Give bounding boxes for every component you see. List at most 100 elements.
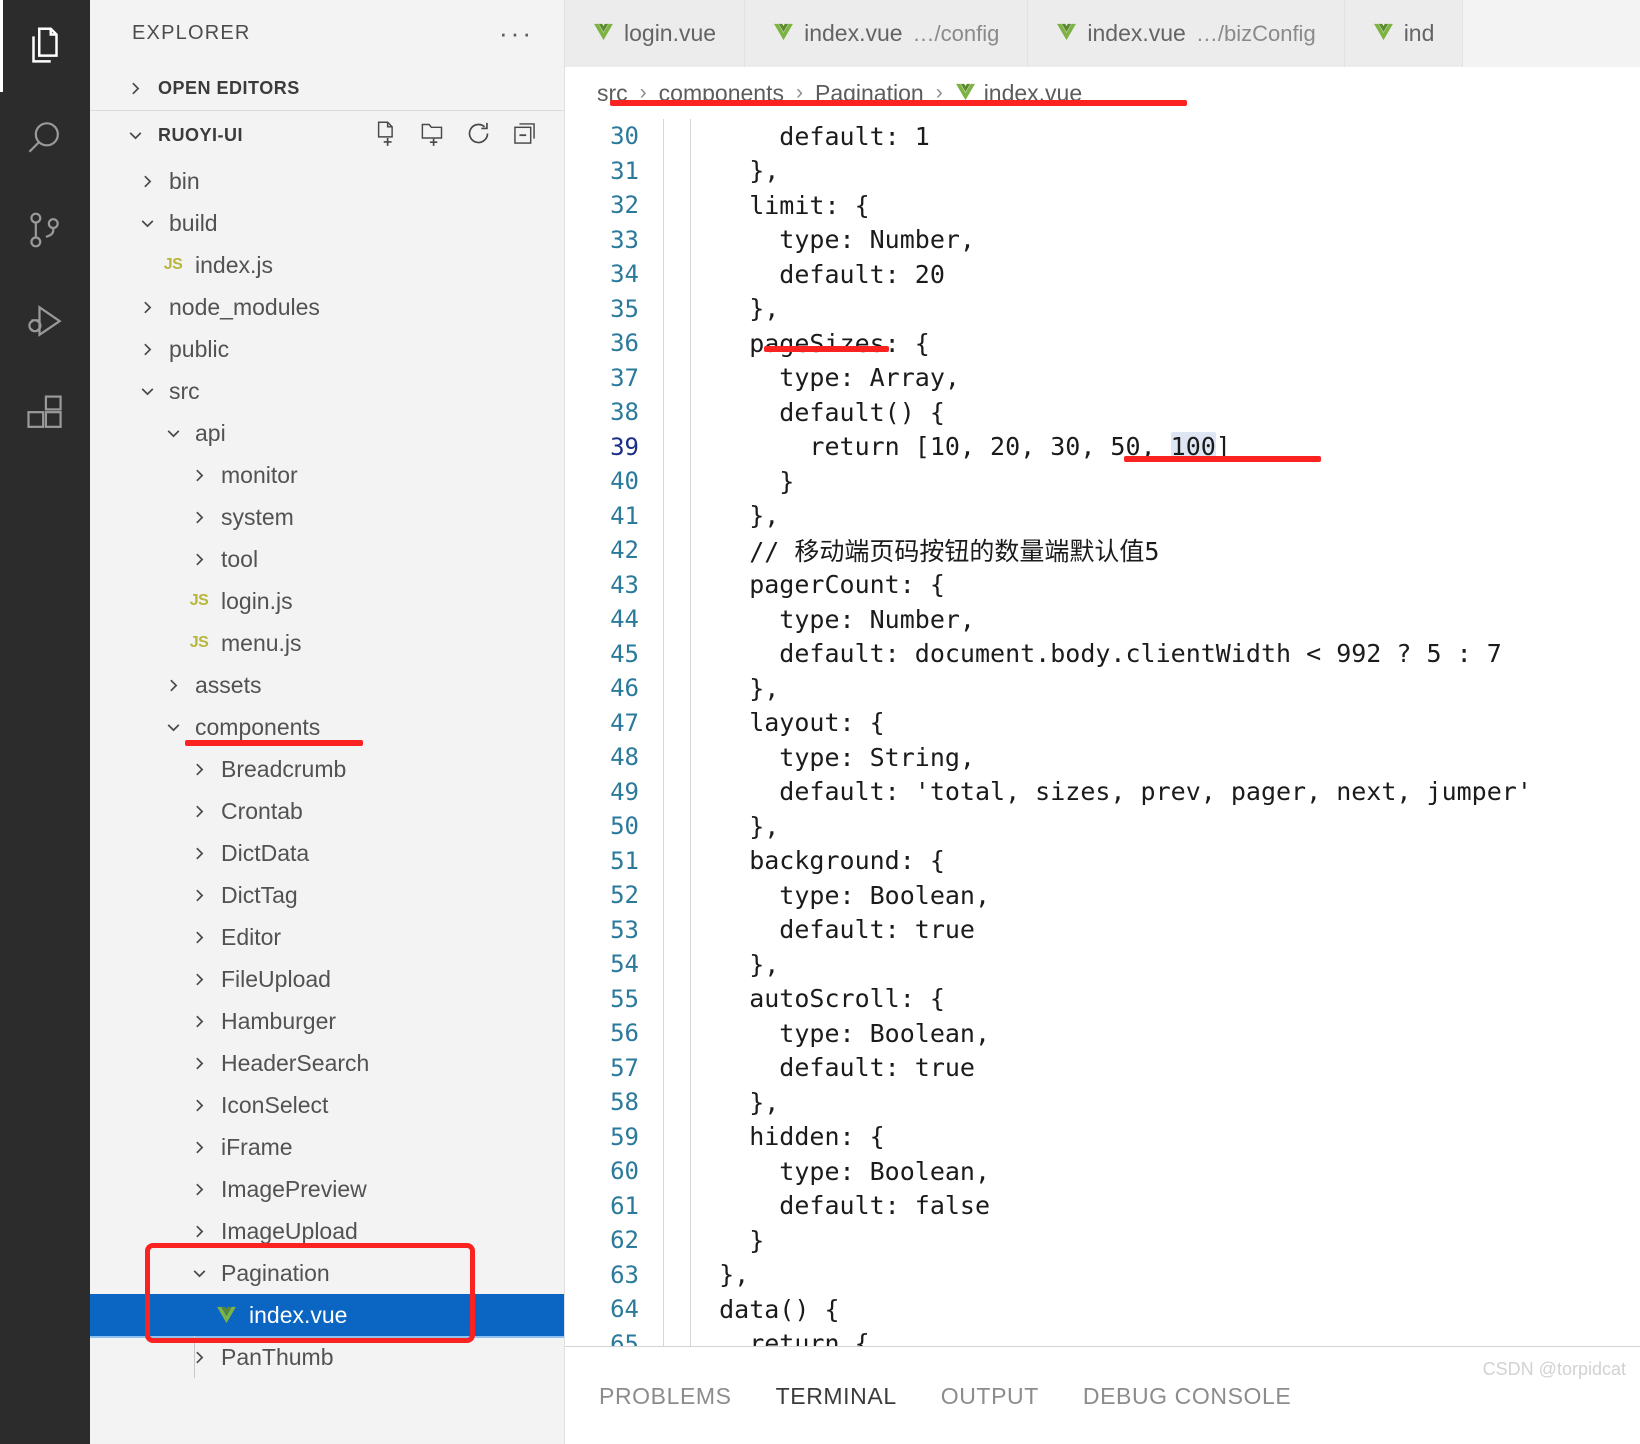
run-and-debug-icon[interactable] — [0, 276, 90, 368]
chevron-right-icon[interactable] — [186, 971, 212, 988]
tree-item-label: IconSelect — [221, 1091, 329, 1118]
line-number: 52 — [610, 881, 639, 910]
new-file-icon[interactable] — [373, 120, 400, 152]
line-number: 57 — [610, 1053, 639, 1082]
extensions-icon[interactable] — [0, 368, 90, 460]
chevron-right-icon[interactable] — [134, 341, 160, 358]
chevron-right-icon[interactable] — [134, 173, 160, 190]
tree-item-node-modules[interactable]: node_modules — [90, 286, 564, 328]
tree-item-index-js[interactable]: JS index.js — [90, 244, 564, 286]
chevron-right-icon[interactable] — [186, 467, 212, 484]
chevron-right-icon[interactable] — [186, 761, 212, 778]
code-editor[interactable]: 30 default: 1 31 }, 32 limit: {33 type: Nu… — [565, 119, 1640, 1346]
explorer-more-actions-icon[interactable]: ··· — [499, 20, 534, 46]
tree-item-crontab[interactable]: Crontab — [90, 790, 564, 832]
chevron-right-icon[interactable] — [186, 551, 212, 568]
tree-item-dicttag[interactable]: DictTag — [90, 874, 564, 916]
source-control-icon[interactable] — [0, 184, 90, 276]
chevron-right-icon[interactable] — [186, 929, 212, 946]
tree-item-src[interactable]: src — [90, 370, 564, 412]
tree-item-headersearch[interactable]: HeaderSearch — [90, 1042, 564, 1084]
panel-tab-problems[interactable]: PROBLEMS — [599, 1383, 732, 1410]
line-number: 58 — [610, 1088, 639, 1117]
editor-tab-label: index.vue — [804, 20, 903, 46]
chevron-down-icon[interactable] — [134, 383, 160, 400]
tree-item-public[interactable]: public — [90, 328, 564, 370]
code-line-51: 51 background: { — [565, 844, 1640, 879]
code-text: layout: { — [689, 708, 885, 738]
panel-tab-bar: PROBLEMS TERMINAL OUTPUT DEBUG CONSOLE — [565, 1347, 1640, 1444]
code-text: default: true — [689, 915, 975, 945]
chevron-down-icon[interactable] — [186, 1265, 212, 1282]
code-text: pageSizes: { — [689, 328, 930, 358]
chevron-right-icon[interactable] — [186, 1223, 212, 1240]
chevron-down-icon[interactable] — [160, 719, 186, 736]
tree-item-breadcrumb[interactable]: Breadcrumb — [90, 748, 564, 790]
tree-item-menu-js[interactable]: JS menu.js — [90, 622, 564, 664]
chevron-down-icon[interactable] — [160, 425, 186, 442]
tree-item-imagepreview[interactable]: ImagePreview — [90, 1168, 564, 1210]
tree-item-bin[interactable]: bin — [90, 160, 564, 202]
chevron-right-icon[interactable] — [186, 1139, 212, 1156]
chevron-right-icon[interactable] — [186, 1097, 212, 1114]
tree-item-login-js[interactable]: JS login.js — [90, 580, 564, 622]
search-icon[interactable] — [0, 92, 90, 184]
chevron-right-icon[interactable] — [186, 1055, 212, 1072]
code-text: default: 20 — [689, 259, 945, 289]
code-line-61: 61 default: false — [565, 1189, 1640, 1224]
editor-tab-0[interactable]: login.vue — [565, 0, 746, 67]
tree-item-fileupload[interactable]: FileUpload — [90, 958, 564, 1000]
chevron-right-icon[interactable] — [186, 1181, 212, 1198]
chevron-right-icon[interactable] — [186, 1013, 212, 1030]
chevron-right-icon[interactable] — [134, 299, 160, 316]
code-line-43: 43 pagerCount: { — [565, 568, 1640, 603]
explorer-icon[interactable] — [0, 0, 90, 92]
editor-tab-3[interactable]: ind — [1344, 0, 1464, 67]
tree-item-iframe[interactable]: iFrame — [90, 1126, 564, 1168]
tree-item-label: src — [169, 377, 200, 404]
chevron-right-icon[interactable] — [186, 803, 212, 820]
line-number: 38 — [610, 398, 639, 427]
tree-item-panthumb[interactable]: PanThumb — [90, 1336, 564, 1378]
editor-tab-label: login.vue — [624, 20, 717, 46]
tree-item-label: node_modules — [169, 293, 320, 320]
breadcrumb: src › components › Pagination › index.vue — [565, 67, 1640, 119]
tree-item-imageupload[interactable]: ImageUpload — [90, 1210, 564, 1252]
tree-item-monitor[interactable]: monitor — [90, 454, 564, 496]
code-line-38: 38 default() { — [565, 395, 1640, 430]
bottom-panel: PROBLEMS TERMINAL OUTPUT DEBUG CONSOLE — [565, 1346, 1640, 1444]
open-editors-label: OPEN EDITORS — [158, 77, 300, 98]
tree-item-system[interactable]: system — [90, 496, 564, 538]
open-editors-section[interactable]: OPEN EDITORS — [90, 66, 564, 110]
editor-tab-bar: login.vue index.vue …/config index.vue …/biz… — [565, 0, 1640, 67]
tree-item-pagination[interactable]: Pagination — [90, 1252, 564, 1294]
tree-item-editor[interactable]: Editor — [90, 916, 564, 958]
chevron-right-icon[interactable] — [186, 887, 212, 904]
new-folder-icon[interactable] — [419, 120, 446, 152]
vue-file-icon — [1056, 20, 1077, 47]
refresh-icon[interactable] — [465, 120, 492, 152]
panel-tab-debug-console[interactable]: DEBUG CONSOLE — [1083, 1383, 1291, 1410]
tree-item-dictdata[interactable]: DictData — [90, 832, 564, 874]
chevron-right-icon[interactable] — [186, 509, 212, 526]
chevron-right-icon[interactable] — [186, 845, 212, 862]
tree-item-build[interactable]: build — [90, 202, 564, 244]
tree-item-tool[interactable]: tool — [90, 538, 564, 580]
chevron-down-icon[interactable] — [134, 215, 160, 232]
panel-tab-terminal[interactable]: TERMINAL — [776, 1383, 897, 1410]
code-text: }, — [689, 1087, 780, 1117]
tree-item-hamburger[interactable]: Hamburger — [90, 1000, 564, 1042]
tree-item-api[interactable]: api — [90, 412, 564, 454]
workspace-root-section[interactable]: RUOYI-UI — [90, 110, 564, 160]
tree-item-label: bin — [169, 167, 200, 194]
chevron-right-icon[interactable] — [160, 677, 186, 694]
collapse-all-icon[interactable] — [511, 120, 538, 152]
tree-item-iconselect[interactable]: IconSelect — [90, 1084, 564, 1126]
editor-tab-1[interactable]: index.vue …/config — [745, 0, 1029, 67]
tree-item-assets[interactable]: assets — [90, 664, 564, 706]
tree-item-index-vue[interactable]: index.vue — [90, 1294, 564, 1338]
panel-tab-output[interactable]: OUTPUT — [941, 1383, 1039, 1410]
editor-tab-2[interactable]: index.vue …/bizConfig — [1028, 0, 1345, 67]
chevron-right-icon[interactable] — [186, 1349, 212, 1366]
js-file-icon: JS — [163, 256, 183, 273]
